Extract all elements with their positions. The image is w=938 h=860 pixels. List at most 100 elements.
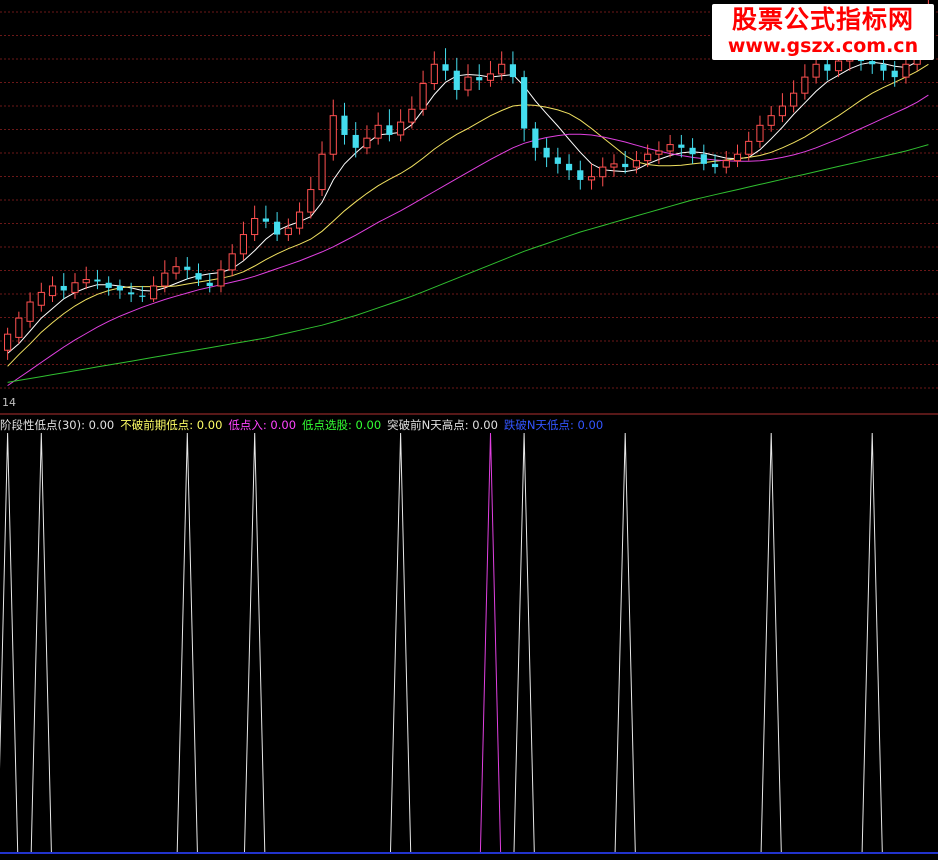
candle-body-down [105,282,112,288]
candle-body-up [48,285,57,297]
candle-body-down [554,157,561,164]
candle-body-up [834,60,843,72]
legend-item: 跌破N天低点: 0.00 [503,418,604,432]
candle-body-down [543,147,550,158]
candle-body-up [408,108,416,123]
candle-body-up [722,160,730,168]
candle-body-up [26,301,34,322]
candle-body-down [891,70,898,78]
candle-body-down [880,64,887,71]
candle-body-up [599,166,607,178]
candle-body-down [678,144,685,148]
signal-spike [0,432,19,853]
candle-body-up [419,83,427,110]
candle-body-up [464,76,472,91]
candle-body-up [902,63,910,78]
candle-body-down [195,273,202,280]
candle-body-up [498,63,506,75]
indicator-legend: 阶段性低点(30): 0.00 不破前期低点: 0.00 低点入: 0.00 低点选股… [0,417,609,433]
candle-body-up [82,279,90,284]
candle-body-down [453,70,460,90]
ma-line-ma20 [7,94,929,387]
candle-body-up [430,63,438,85]
candle-body-up [150,285,158,300]
candle-body-down [60,285,67,291]
chart-stage: 14 阶段性低点(30): 0.00 不破前期低点: 0.00 低点入: 0.00 低… [0,0,938,856]
candle-body-up [790,92,798,107]
candle-body-up [397,121,405,136]
candle-body-down [139,295,146,297]
signal-spike [861,432,883,853]
candle-body-up [486,73,495,81]
legend-item: 突破前N天高点: 0.00 [387,418,498,432]
candle-body-up [801,76,809,94]
candle-body-down [274,221,281,235]
candle-body-up [778,105,786,117]
signal-spike [614,432,636,853]
candle-body-down [532,128,539,148]
candle-body-up [812,63,820,78]
signal-spike [390,432,412,853]
candle-body-up [228,253,236,271]
candle-body-down [184,266,191,270]
candle-body-up [217,269,225,287]
candle-body-down [206,282,213,286]
candle-body-down [577,170,584,180]
candle-body-up [172,266,180,274]
candle-body-up [284,227,292,236]
candle-body-down [128,292,135,295]
candle-body-up [239,234,248,255]
candle-body-down [700,154,707,164]
watermark-title: 股票公式指标网 [731,5,914,34]
candle-body-down [442,64,449,71]
candle-body-down [711,163,719,168]
candle-body-up [655,150,663,155]
price-axis-label: 14 [2,396,16,409]
candle-body-down [476,77,483,81]
candle-body-down [622,163,629,168]
ma-line-ma60 [7,144,929,383]
candle-body-down [341,115,348,135]
candle-body-up [666,144,674,152]
candle-body-up [374,124,382,139]
candle-body-up [329,115,337,155]
candle-body-up [632,160,641,168]
candle-body-down [352,134,359,148]
ma-line-ma10 [7,63,929,367]
candle-body-down [116,285,123,291]
signal-spike [30,432,52,853]
signal-spike [760,432,782,853]
candle-body-up [295,211,304,229]
watermark-logo: 股票公式指标网 www.gszx.com.cn [712,4,934,60]
candle-body-down [386,125,393,135]
signal-spike [479,432,502,853]
candle-body-up [587,176,596,181]
candle-body-up [4,333,12,351]
signal-spike [176,432,198,853]
legend-item: 低点入: 0.00 [228,418,297,432]
legend-item: 不破前期低点: 0.00 [120,418,223,432]
candle-body-up [644,153,652,162]
signal-spike [244,432,266,853]
signal-spike [513,432,535,853]
candle-body-up [161,272,169,287]
candle-body-down [521,77,528,129]
candle-body-up [756,124,764,142]
candle-body-up [745,140,753,155]
candle-body-up [37,291,45,306]
candle-body-up [15,317,23,338]
legend-item: 阶段性低点(30): 0.00 [0,418,115,432]
candle-body-up [251,217,259,236]
candle-body-down [869,61,876,65]
candle-body-down [824,64,831,71]
watermark-url: www.gszx.com.cn [727,35,919,57]
candle-body-down [94,279,101,282]
candle-body-up [733,153,742,162]
candle-body-up [307,189,315,213]
legend-item: 低点选股: 0.00 [302,418,382,432]
candle-body-down [509,64,517,78]
candle-body-up [610,163,618,168]
candle-body-up [71,282,79,293]
candle-body-down [262,218,269,222]
candle-body-up [363,137,371,149]
